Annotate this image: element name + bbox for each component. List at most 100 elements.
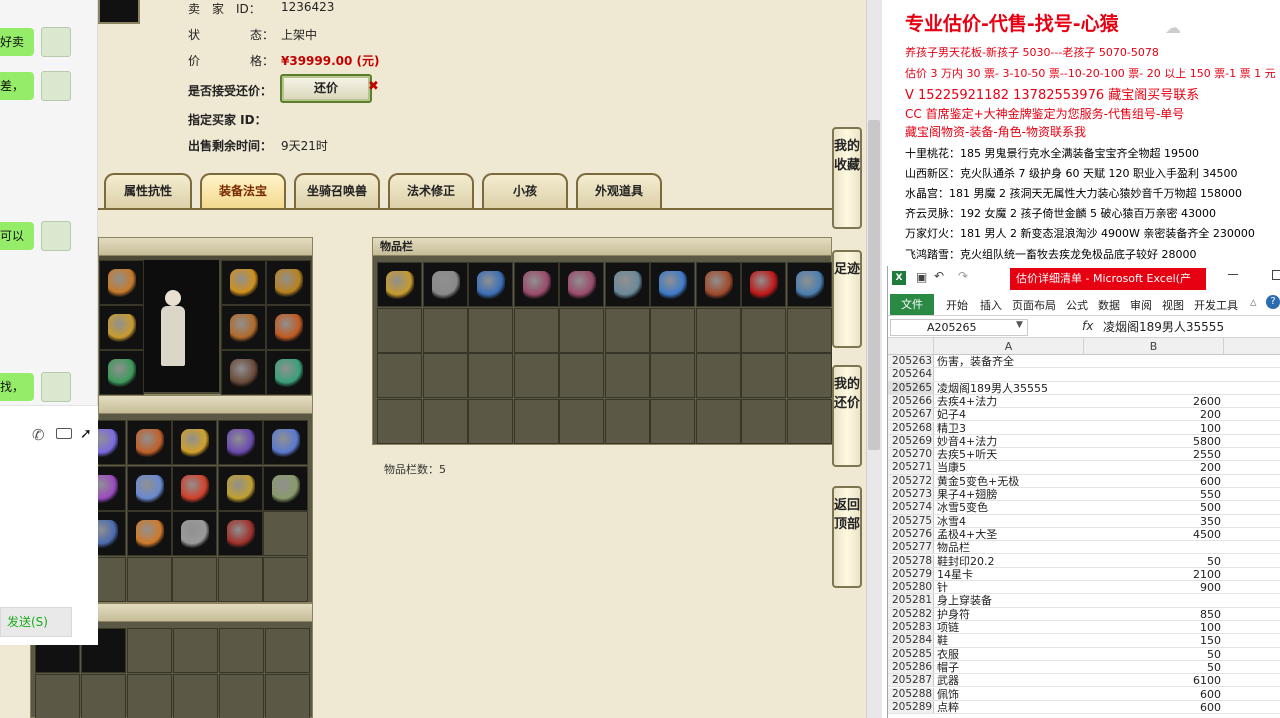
row-number[interactable]: 205275 <box>888 514 934 527</box>
inventory-slot[interactable] <box>513 307 559 353</box>
table-row[interactable]: 205274 冰雪5变色 500 <box>888 501 1280 515</box>
equipment-slot[interactable] <box>266 260 311 305</box>
row-number[interactable]: 205289 <box>888 700 934 714</box>
column-header-b[interactable]: B <box>1084 338 1224 355</box>
treasure-slot[interactable] <box>126 556 172 602</box>
table-row[interactable]: 205271 当康5 200 <box>888 461 1280 475</box>
table-row[interactable]: 205278 鞋封印20.2 50 <box>888 554 1280 568</box>
cell-b[interactable]: 50 <box>1084 555 1221 568</box>
tab-spell-mods[interactable]: 法术修正 <box>388 173 474 209</box>
table-row[interactable]: 205286 帽子 50 <box>888 660 1280 675</box>
row-number[interactable]: 205279 <box>888 567 934 581</box>
table-row[interactable]: 205281 身上穿装备 <box>888 594 1280 608</box>
cell-a[interactable]: 去疾5+听天 <box>937 448 997 461</box>
treasure-slot[interactable] <box>263 465 308 511</box>
table-row[interactable]: 205269 妙音4+法力 5800 <box>888 434 1280 449</box>
cell-b[interactable]: 100 <box>1084 621 1221 634</box>
tab-data[interactable]: 数据 <box>1098 297 1120 313</box>
cell-a[interactable]: 妃子4 <box>937 408 966 421</box>
cell-a[interactable]: 孟极4+大圣 <box>937 528 997 541</box>
equipment-slot[interactable] <box>99 305 144 350</box>
my-bargains-button[interactable]: 我的还价 <box>832 365 862 467</box>
inventory-slot[interactable] <box>741 307 786 353</box>
cell-b[interactable]: 50 <box>1084 648 1221 661</box>
table-row[interactable]: 205287 武器 6100 <box>888 674 1280 688</box>
inventory-slot[interactable] <box>559 262 604 307</box>
cell-b[interactable]: 550 <box>1084 488 1221 501</box>
inventory-slot[interactable] <box>604 398 650 444</box>
inventory-slot[interactable] <box>604 307 650 353</box>
tab-equipment[interactable]: 装备法宝 <box>200 173 286 209</box>
cell-b[interactable]: 500 <box>1084 501 1221 514</box>
cell-a[interactable]: 武器 <box>937 674 959 687</box>
tab-children[interactable]: 小孩 <box>482 173 568 209</box>
table-row[interactable]: 205272 黄金5变色+无极 600 <box>888 474 1280 488</box>
inventory-slot[interactable] <box>695 262 741 307</box>
inventory-slot[interactable] <box>786 307 832 353</box>
cell-a[interactable]: 护身符 <box>937 608 970 621</box>
row-number[interactable]: 205288 <box>888 687 934 700</box>
row-number[interactable]: 205285 <box>888 647 934 660</box>
inventory-slot[interactable] <box>422 398 468 444</box>
cell-b[interactable]: 350 <box>1084 515 1221 528</box>
table-row[interactable]: 205285 衣服 50 <box>888 647 1280 661</box>
undo-icon[interactable]: ↶ <box>934 269 944 283</box>
table-row[interactable]: 205263 伤害，装备齐全 <box>888 355 1280 369</box>
cell-b[interactable]: 600 <box>1084 475 1221 488</box>
name-box[interactable]: A205265 <box>890 319 1028 336</box>
row-number[interactable]: 205286 <box>888 660 934 674</box>
redo-icon[interactable]: ↷ <box>958 269 968 283</box>
treasure-slot[interactable] <box>172 465 217 511</box>
scrollbar-thumb[interactable] <box>868 120 880 450</box>
row-number[interactable]: 205283 <box>888 621 934 634</box>
bargain-button[interactable]: 还价 <box>280 74 372 103</box>
table-row[interactable]: 205282 护身符 850 <box>888 607 1280 621</box>
wardrobe-slot[interactable] <box>265 674 310 718</box>
equipment-slot[interactable] <box>266 305 311 350</box>
table-row[interactable]: 205265 凌烟阁189男人35555 <box>888 381 1280 395</box>
cell-b[interactable]: 200 <box>1084 408 1221 421</box>
wardrobe-slot[interactable] <box>35 674 80 718</box>
inventory-slot[interactable] <box>604 262 650 307</box>
cell-b[interactable]: 2600 <box>1084 395 1221 408</box>
equipment-slot[interactable] <box>266 350 311 395</box>
row-number[interactable]: 205267 <box>888 408 934 421</box>
tab-file[interactable]: 文件 <box>890 294 934 315</box>
row-number[interactable]: 205281 <box>888 594 934 607</box>
cell-a[interactable]: 伤害，装备齐全 <box>937 355 1014 368</box>
cell-b[interactable]: 600 <box>1084 688 1221 701</box>
inventory-slot[interactable] <box>468 307 513 353</box>
treasure-slot[interactable] <box>126 465 172 511</box>
table-row[interactable]: 205279 14星卡 2100 <box>888 567 1280 582</box>
treasure-slot[interactable] <box>263 556 308 602</box>
cell-b[interactable]: 4500 <box>1084 528 1221 541</box>
help-icon[interactable]: ? <box>1266 295 1280 309</box>
cell-a[interactable]: 衣服 <box>937 648 959 661</box>
treasure-slot[interactable] <box>217 420 263 465</box>
close-icon[interactable]: ✖ <box>368 79 379 94</box>
wardrobe-slot[interactable] <box>81 674 126 718</box>
cell-b[interactable]: 5800 <box>1084 435 1221 448</box>
equipment-slot[interactable] <box>99 350 144 395</box>
cell-a[interactable]: 冰雪5变色 <box>937 501 988 514</box>
cell-a[interactable]: 身上穿装备 <box>937 594 992 607</box>
row-number[interactable]: 205270 <box>888 448 934 461</box>
tab-page-layout[interactable]: 页面布局 <box>1012 297 1056 313</box>
inventory-slot[interactable] <box>468 262 513 307</box>
cell-a[interactable]: 鞋封印20.2 <box>937 555 995 568</box>
table-row[interactable]: 205277 物品栏 <box>888 541 1280 555</box>
cell-a[interactable]: 果子4+翅膀 <box>937 488 997 501</box>
cell-b[interactable]: 100 <box>1084 422 1221 435</box>
table-row[interactable]: 205266 去疾4+法力 2600 <box>888 394 1280 409</box>
cell-a[interactable]: 精卫3 <box>937 422 966 435</box>
row-number[interactable]: 205269 <box>888 434 934 448</box>
cell-a[interactable]: 点粹 <box>937 701 959 714</box>
wardrobe-slot[interactable] <box>127 628 172 673</box>
cell-a[interactable]: 帽子 <box>937 661 959 674</box>
treasure-slot[interactable] <box>217 465 263 511</box>
footprints-button[interactable]: 足迹 <box>832 250 862 348</box>
cell-a[interactable]: 佩饰 <box>937 688 959 701</box>
inventory-slot[interactable] <box>468 398 513 444</box>
table-row[interactable]: 205288 佩饰 600 <box>888 687 1280 701</box>
cell-b[interactable]: 900 <box>1084 581 1221 594</box>
